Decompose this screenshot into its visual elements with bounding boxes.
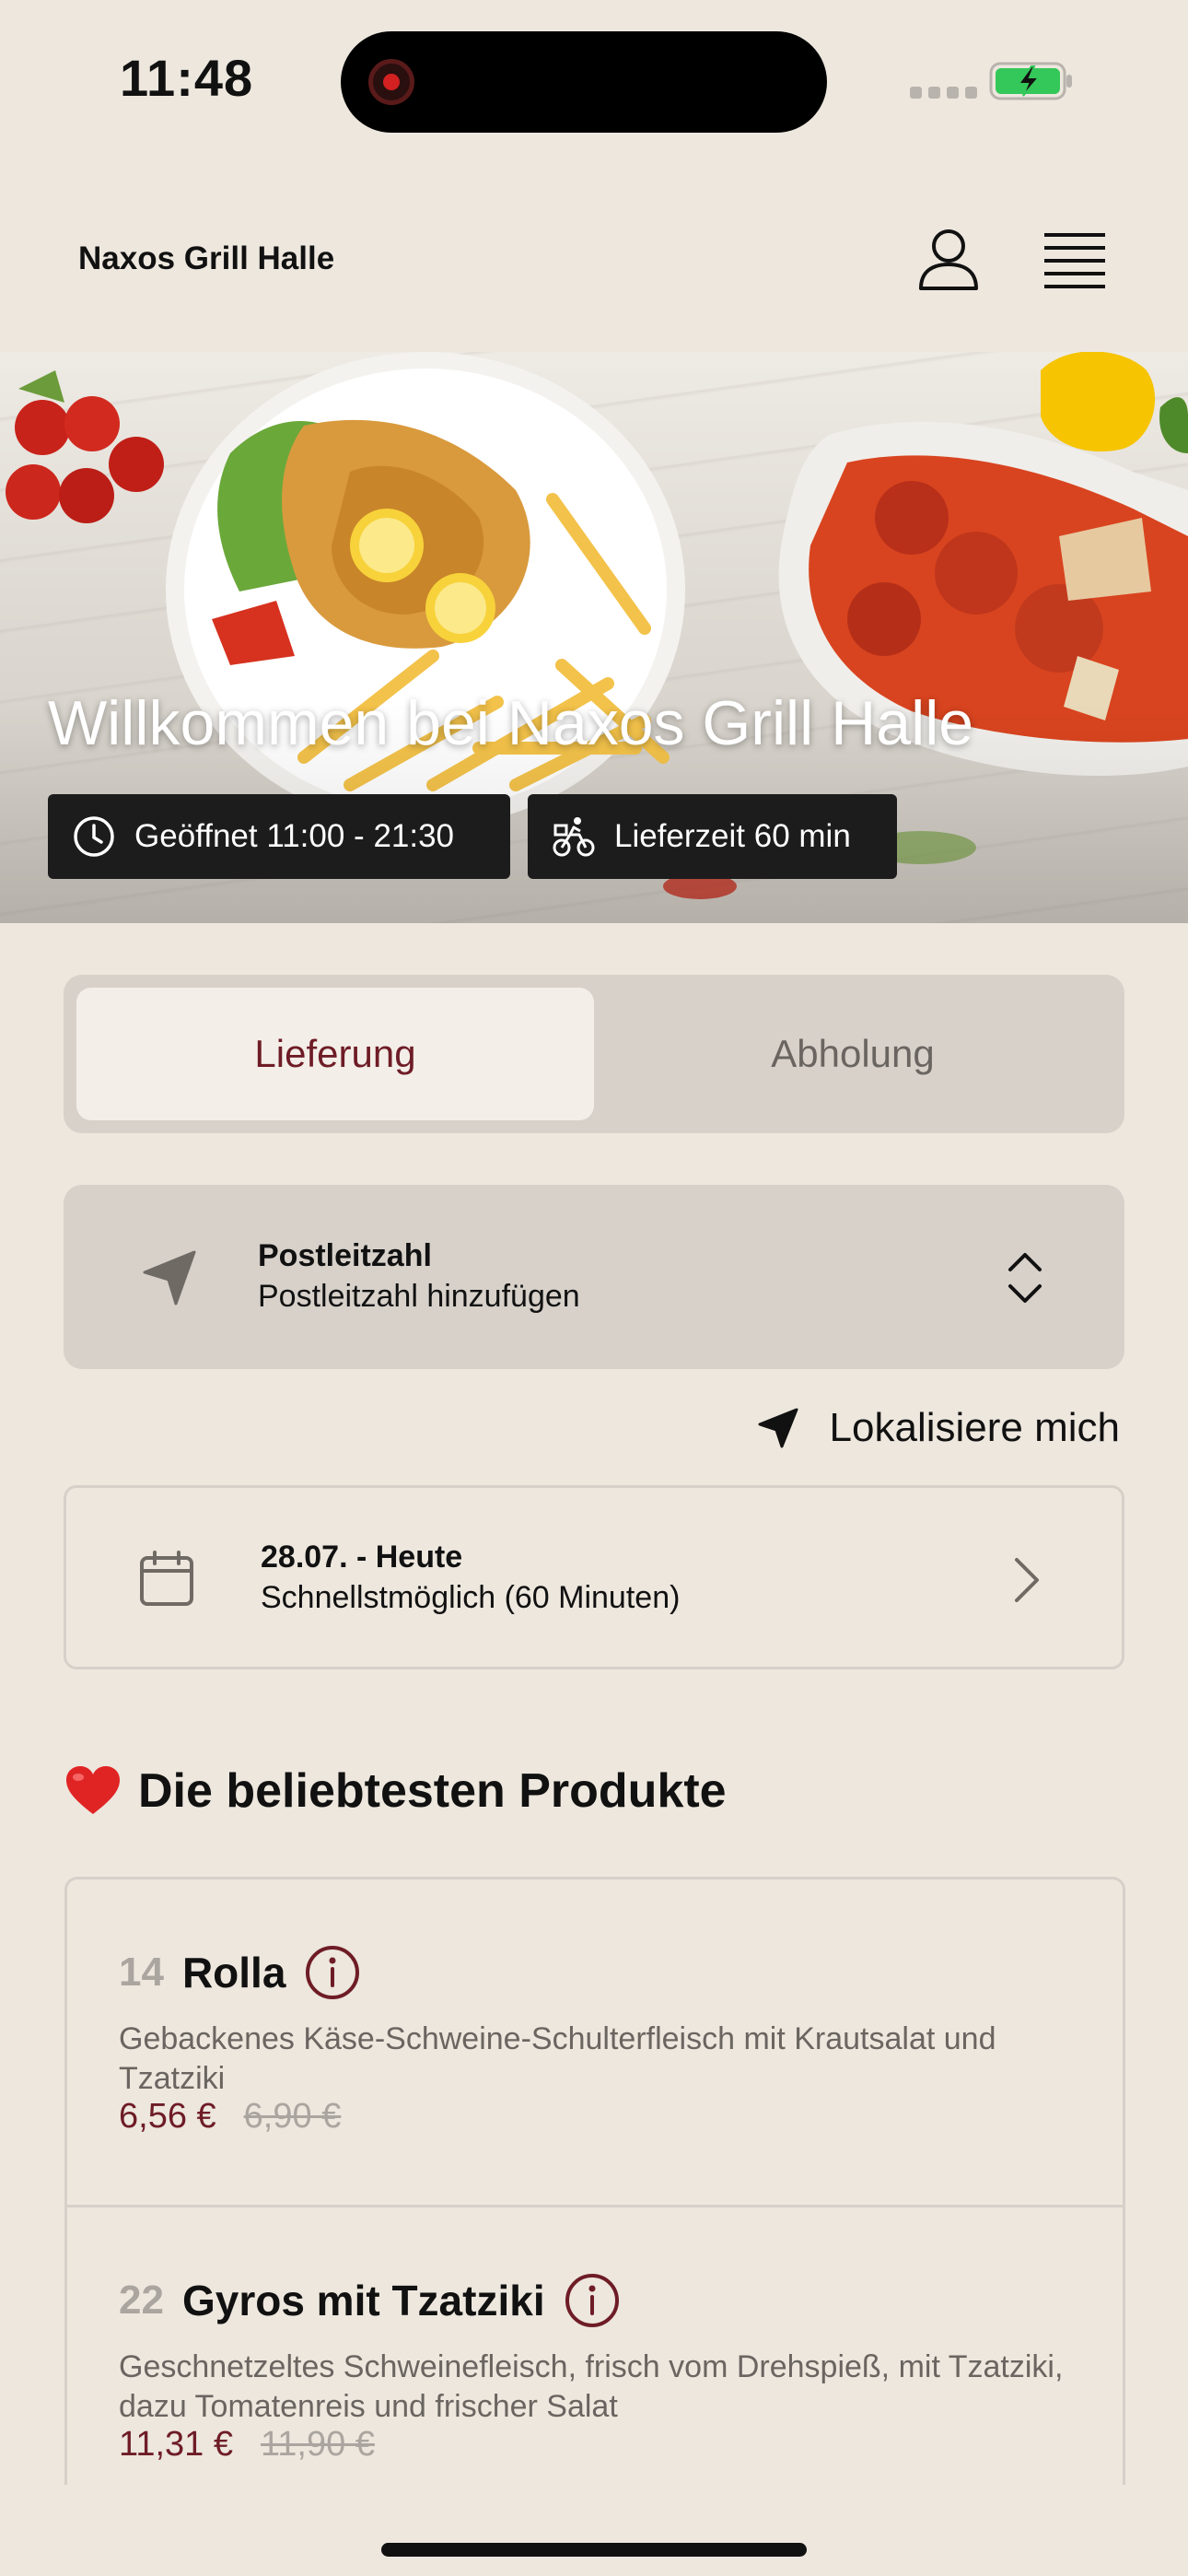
home-indicator[interactable] (381, 2543, 807, 2557)
menu-icon[interactable] (1041, 224, 1109, 294)
product-number: 14 (119, 1950, 164, 1995)
calendar-icon (140, 1551, 193, 1606)
heart-icon (66, 1766, 120, 1814)
order-mode-toggle: Lieferung Abholung (64, 975, 1124, 1133)
product-card[interactable]: 22 Gyros mit Tzatziki Geschnetzeltes Sch… (67, 2207, 1123, 2485)
battery-charging-icon (989, 62, 1072, 100)
product-card[interactable]: 14 Rolla Gebackenes Käse-Schweine-Schult… (67, 1879, 1123, 2207)
postcode-selector[interactable]: Postleitzahl Postleitzahl hinzufügen (64, 1185, 1124, 1369)
product-number: 22 (119, 2277, 164, 2323)
status-bar: 11:48 (0, 0, 1188, 161)
product-name: Gyros mit Tzatziki (181, 2277, 545, 2324)
popular-products-list: 14 Rolla Gebackenes Käse-Schweine-Schult… (64, 1877, 1125, 2485)
product-price: 6,56 € (119, 2097, 216, 2136)
date-time-option: Schnellstmöglich (60 Minuten) (261, 1580, 681, 1615)
dynamic-island (341, 31, 827, 133)
cellular-signal-icon (910, 87, 977, 99)
delivery-date-selector[interactable]: 28.07. - Heute Schnellstmöglich (60 Minu… (64, 1485, 1124, 1669)
postcode-label: Postleitzahl (258, 1238, 432, 1273)
opening-hours-text: Geöffnet 11:00 - 21:30 (134, 818, 455, 854)
tab-delivery[interactable]: Lieferung (76, 988, 594, 1120)
hero-banner: Willkommen bei Naxos Grill Halle Geöffne… (0, 352, 1188, 923)
postcode-placeholder: Postleitzahl hinzufügen (258, 1279, 580, 1314)
info-icon[interactable] (304, 1944, 361, 2001)
locate-me-label: Lokalisiere mich (829, 1405, 1120, 1450)
opening-hours-badge: Geöffnet 11:00 - 21:30 (48, 794, 510, 879)
yellow-pepper-image (1041, 352, 1188, 453)
product-old-price: 11,90 € (260, 2425, 375, 2464)
chevron-up-down-icon (1008, 1253, 1042, 1303)
status-time: 11:48 (120, 49, 254, 107)
chevron-right-icon (1015, 1558, 1039, 1602)
product-description: Geschnetzeltes Schweinefleisch, frisch v… (119, 2349, 1064, 2424)
popular-products-title: Die beliebtesten Produkte (138, 1764, 727, 1818)
locate-me-button[interactable]: Lokalisiere mich (756, 1399, 1120, 1458)
location-arrow-icon (758, 1408, 798, 1448)
bicycle-courier-icon (553, 817, 595, 857)
product-price: 11,31 € (119, 2425, 233, 2464)
product-old-price: 6,90 € (243, 2097, 342, 2136)
app-header: Naxos Grill Halle (0, 161, 1188, 352)
delivery-time-badge: Lieferzeit 60 min (528, 794, 897, 879)
info-icon[interactable] (564, 2272, 621, 2329)
recording-indicator-icon (368, 59, 414, 105)
welcome-title: Willkommen bei Naxos Grill Halle (48, 688, 974, 758)
product-description: Gebackenes Käse-Schweine-Schulterfleisch… (119, 2021, 996, 2096)
product-name: Rolla (181, 1949, 286, 1996)
popular-products-heading: Die beliebtesten Produkte (64, 1763, 727, 1819)
clock-icon (74, 816, 114, 857)
tomatoes-image (6, 370, 164, 523)
restaurant-name[interactable]: Naxos Grill Halle (78, 240, 334, 277)
date-label: 28.07. - Heute (261, 1540, 463, 1575)
delivery-time-text: Lieferzeit 60 min (614, 818, 851, 854)
location-arrow-icon (143, 1250, 196, 1306)
tab-pickup[interactable]: Abholung (594, 988, 1112, 1120)
user-icon[interactable] (914, 224, 984, 294)
